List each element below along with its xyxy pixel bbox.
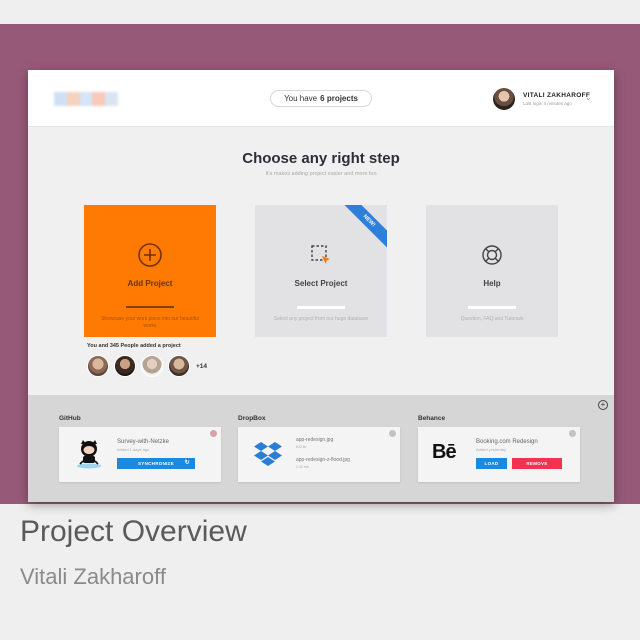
- plus-circle-icon[interactable]: +: [598, 400, 608, 410]
- help-desc: Question, FAQ and Tutorials: [460, 316, 524, 322]
- services-panel: + GitHub Survey-with-Netzke Added 1 days…: [28, 395, 614, 502]
- load-button[interactable]: LOAD: [476, 458, 507, 469]
- shot-frame: You have 6 projects VITALI ZAKHAROFF Las…: [0, 24, 640, 504]
- projects-pill-count: 6 projects: [320, 94, 358, 103]
- avatar[interactable]: [114, 355, 136, 377]
- github-card: Survey-with-Netzke Added 1 days ago SYNC…: [59, 427, 221, 482]
- behance-project-name[interactable]: Booking.com Redesign: [476, 439, 538, 445]
- help-label: Help: [483, 279, 501, 288]
- avatar: [493, 88, 515, 110]
- dropbox-card: app-redesign.jpg 612 kb app-redesign-z-f…: [238, 427, 400, 482]
- dropbox-file-1[interactable]: app-redesign.jpg: [296, 437, 333, 443]
- top-bar: You have 6 projects VITALI ZAKHAROFF Las…: [28, 70, 614, 127]
- close-dot-icon[interactable]: [569, 430, 576, 437]
- github-title: GitHub: [59, 415, 81, 422]
- help-tile[interactable]: Help Question, FAQ and Tutorials: [426, 205, 558, 337]
- behance-card: Bē Booking.com Redesign Added yesterday …: [418, 427, 580, 482]
- dashboard-window: You have 6 projects VITALI ZAKHAROFF Las…: [28, 70, 614, 502]
- page-title: Choose any right step: [242, 150, 400, 167]
- dropbox-icon: [254, 441, 282, 472]
- dropbox-file-2[interactable]: app-redesign-z-flood.jpg: [296, 457, 350, 463]
- caption-title: Project Overview: [20, 515, 247, 548]
- sync-icon: ↻: [184, 460, 190, 466]
- dropbox-title: DropBox: [238, 415, 266, 422]
- add-project-label: Add Project: [127, 279, 173, 288]
- close-dot-icon[interactable]: [210, 430, 217, 437]
- github-repo-name[interactable]: Survey-with-Netzke: [117, 439, 169, 445]
- close-dot-icon[interactable]: [389, 430, 396, 437]
- user-name: VITALI ZAKHAROFF: [523, 92, 591, 99]
- remove-button[interactable]: REMOVE: [512, 458, 562, 469]
- user-last-login: Last login 4 minutes ago: [523, 101, 572, 106]
- add-project-tile[interactable]: Add Project Showcase your work piece int…: [84, 205, 216, 337]
- select-project-label: Select Project: [294, 279, 348, 288]
- avatar[interactable]: [87, 355, 109, 377]
- projects-pill-prefix: You have: [284, 94, 318, 103]
- behance-icon: Bē: [432, 441, 457, 463]
- logo[interactable]: [54, 92, 118, 106]
- tile-divider: [297, 306, 345, 309]
- chevron-down-icon[interactable]: ⌄: [585, 93, 592, 102]
- add-project-desc: Showcase your work piece into our beauti…: [101, 316, 199, 329]
- select-cursor-icon: [307, 241, 335, 269]
- behance-title: Behance: [418, 415, 446, 422]
- lifebuoy-icon: [478, 241, 506, 269]
- synchronize-button[interactable]: SYNCHRONIZE ↻: [117, 458, 195, 469]
- select-project-tile[interactable]: NEW! Select Project Select any project f…: [255, 205, 387, 337]
- caption-author: Vitali Zakharoff: [20, 564, 166, 589]
- dropbox-file-2-size: 1.42 mb: [296, 465, 309, 469]
- select-project-desc: Select any project from our huge databas…: [273, 316, 369, 322]
- community-avatars: +14: [87, 355, 207, 377]
- projects-count-pill[interactable]: You have 6 projects: [270, 90, 372, 107]
- user-menu[interactable]: VITALI ZAKHAROFF Last login 4 minutes ag…: [493, 88, 590, 110]
- plus-circle-icon: [136, 241, 164, 269]
- new-badge: NEW!: [336, 205, 387, 254]
- page-subtitle: It's makes adding project easier and mor…: [265, 171, 377, 177]
- tile-divider: [126, 306, 174, 308]
- tile-divider: [468, 306, 516, 309]
- more-avatars-count[interactable]: +14: [196, 363, 207, 370]
- avatar[interactable]: [141, 355, 163, 377]
- github-octocat-icon: [75, 439, 103, 474]
- avatar[interactable]: [168, 355, 190, 377]
- community-label: You and 345 People added a project: [87, 343, 181, 349]
- synchronize-label: SYNCHRONIZE: [137, 461, 175, 466]
- github-repo-date: Added 1 days ago: [117, 447, 150, 452]
- behance-project-date: Added yesterday: [476, 447, 507, 452]
- dropbox-file-1-size: 612 kb: [296, 445, 307, 449]
